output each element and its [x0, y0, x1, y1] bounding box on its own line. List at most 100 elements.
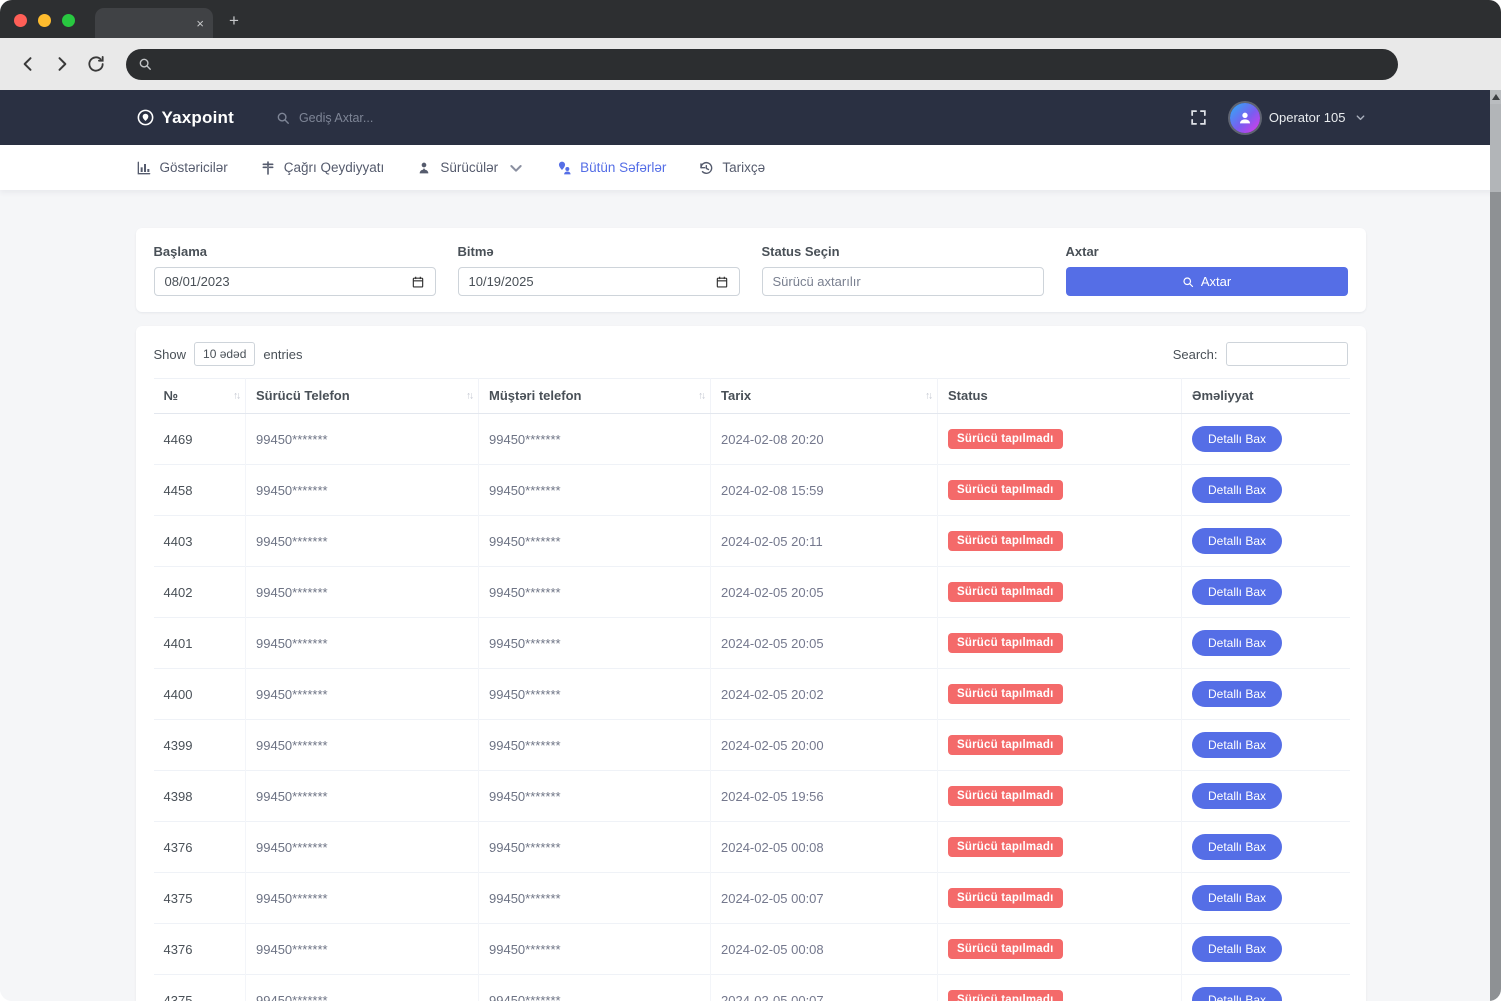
- user-menu[interactable]: Operator 105: [1230, 103, 1366, 133]
- cell-action: Detallı Bax: [1182, 720, 1350, 771]
- app-logo[interactable]: Yaxpoint: [136, 108, 234, 128]
- column-header-2[interactable]: Sürücü Telefon↑↓: [246, 379, 479, 414]
- cell-driver-phone: 99450*******: [246, 465, 479, 516]
- scrollbar-up-arrow[interactable]: [1490, 90, 1501, 104]
- table-search-input[interactable]: [1226, 342, 1348, 366]
- detail-view-button[interactable]: Detallı Bax: [1192, 732, 1282, 758]
- trip-search[interactable]: Gediş Axtar...: [276, 111, 373, 125]
- detail-view-button[interactable]: Detallı Bax: [1192, 477, 1282, 503]
- cell-customer-phone: 99450*******: [479, 516, 711, 567]
- nav-item-2[interactable]: Çağrı Qeydiyyatı: [260, 160, 385, 176]
- maximize-window-button[interactable]: [62, 14, 75, 27]
- cell-no: 4469: [154, 414, 246, 465]
- detail-view-button[interactable]: Detallı Bax: [1192, 783, 1282, 809]
- cell-date: 2024-02-08 15:59: [711, 465, 938, 516]
- column-header-3[interactable]: Müştəri telefon↑↓: [479, 379, 711, 414]
- cell-date: 2024-02-08 20:20: [711, 414, 938, 465]
- column-header-4[interactable]: Tarix↑↓: [711, 379, 938, 414]
- calendar-icon[interactable]: [411, 275, 425, 289]
- detail-view-button[interactable]: Detallı Bax: [1192, 885, 1282, 911]
- nav-item-label: Bütün Səfərlər: [580, 160, 666, 175]
- sort-icon[interactable]: ↑↓: [925, 391, 931, 402]
- cell-date: 2024-02-05 20:00: [711, 720, 938, 771]
- search-icon: [1182, 276, 1194, 288]
- page-content: Başlama 08/01/2023 Bitmə 10/19/2025: [0, 190, 1501, 1001]
- cell-date: 2024-02-05 00:08: [711, 822, 938, 873]
- table-search-label: Search:: [1173, 347, 1218, 362]
- status-badge: Sürücü tapılmadı: [948, 582, 1063, 602]
- cell-customer-phone: 99450*******: [479, 567, 711, 618]
- nav-item-5[interactable]: Tarixçə: [698, 160, 765, 176]
- detail-view-button[interactable]: Detallı Bax: [1192, 987, 1282, 1001]
- cell-date: 2024-02-05 00:07: [711, 873, 938, 924]
- detail-view-button[interactable]: Detallı Bax: [1192, 936, 1282, 962]
- history-icon: [698, 160, 714, 176]
- column-header-1[interactable]: №↑↓: [154, 379, 246, 414]
- nav-item-label: Göstəricilər: [160, 160, 228, 175]
- page-size-select[interactable]: 10 ədəd: [194, 342, 255, 366]
- back-icon[interactable]: [18, 54, 38, 74]
- detail-view-button[interactable]: Detallı Bax: [1192, 630, 1282, 656]
- table-row: 445899450*******99450*******2024-02-08 1…: [154, 465, 1350, 516]
- detail-view-button[interactable]: Detallı Bax: [1192, 834, 1282, 860]
- search-button-label: Axtar: [1066, 244, 1348, 259]
- detail-view-button[interactable]: Detallı Bax: [1192, 528, 1282, 554]
- table-header-row: №↑↓Sürücü Telefon↑↓Müştəri telefon↑↓Tari…: [154, 379, 1350, 414]
- browser-window: × + Yaxpoint Gediş Axtar...: [0, 0, 1501, 1001]
- new-tab-button[interactable]: +: [225, 11, 243, 31]
- end-date-input[interactable]: 10/19/2025: [458, 267, 740, 296]
- sort-icon[interactable]: ↑↓: [466, 391, 472, 402]
- status-badge: Sürücü tapılmadı: [948, 684, 1063, 704]
- cell-status: Sürücü tapılmadı: [938, 567, 1182, 618]
- tab-close-icon[interactable]: ×: [196, 17, 204, 30]
- cell-action: Detallı Bax: [1182, 669, 1350, 720]
- app-name: Yaxpoint: [162, 108, 234, 128]
- sort-icon[interactable]: ↑↓: [233, 391, 239, 402]
- nav-item-4[interactable]: Bütün Səfərlər: [556, 160, 666, 176]
- cell-date: 2024-02-05 20:11: [711, 516, 938, 567]
- page-scrollbar[interactable]: [1490, 90, 1501, 1001]
- close-window-button[interactable]: [14, 14, 27, 27]
- table-row: 437699450*******99450*******2024-02-05 0…: [154, 924, 1350, 975]
- cell-status: Sürücü tapılmadı: [938, 516, 1182, 567]
- column-header-5: Status: [938, 379, 1182, 414]
- cell-status: Sürücü tapılmadı: [938, 720, 1182, 771]
- cell-customer-phone: 99450*******: [479, 873, 711, 924]
- sort-icon[interactable]: ↑↓: [698, 391, 704, 402]
- cell-no: 4399: [154, 720, 246, 771]
- address-bar[interactable]: [126, 49, 1398, 80]
- app-header: Yaxpoint Gediş Axtar... Operator 105: [0, 90, 1501, 145]
- nav-item-label: Tarixçə: [722, 160, 765, 175]
- status-select[interactable]: Sürücü axtarılır: [762, 267, 1044, 296]
- minimize-window-button[interactable]: [38, 14, 51, 27]
- status-badge: Sürücü tapılmadı: [948, 786, 1063, 806]
- start-date-input[interactable]: 08/01/2023: [154, 267, 436, 296]
- cell-no: 4400: [154, 669, 246, 720]
- cell-date: 2024-02-05 00:07: [711, 975, 938, 1001]
- cell-customer-phone: 99450*******: [479, 822, 711, 873]
- forward-icon[interactable]: [52, 54, 72, 74]
- table-row: 437699450*******99450*******2024-02-05 0…: [154, 822, 1350, 873]
- table-row: 437599450*******99450*******2024-02-05 0…: [154, 975, 1350, 1001]
- cell-no: 4403: [154, 516, 246, 567]
- search-icon: [138, 57, 152, 71]
- cell-driver-phone: 99450*******: [246, 771, 479, 822]
- cell-action: Detallı Bax: [1182, 975, 1350, 1001]
- detail-view-button[interactable]: Detallı Bax: [1192, 681, 1282, 707]
- reload-icon[interactable]: [86, 54, 106, 74]
- detail-view-button[interactable]: Detallı Bax: [1192, 426, 1282, 452]
- scrollbar-thumb[interactable]: [1490, 104, 1501, 192]
- cell-no: 4375: [154, 873, 246, 924]
- cell-driver-phone: 99450*******: [246, 924, 479, 975]
- nav-item-3[interactable]: Sürücülər: [416, 160, 524, 176]
- calendar-icon[interactable]: [715, 275, 729, 289]
- nav-item-1[interactable]: Göstəricilər: [136, 160, 228, 176]
- detail-view-button[interactable]: Detallı Bax: [1192, 579, 1282, 605]
- browser-tab[interactable]: ×: [95, 8, 213, 38]
- cell-date: 2024-02-05 20:02: [711, 669, 938, 720]
- trips-table-panel: Show 10 ədəd entries Search:: [136, 326, 1366, 1001]
- fullscreen-icon[interactable]: [1189, 108, 1208, 127]
- trip-search-placeholder: Gediş Axtar...: [299, 111, 373, 125]
- window-controls: [14, 14, 75, 27]
- search-button[interactable]: Axtar: [1066, 267, 1348, 296]
